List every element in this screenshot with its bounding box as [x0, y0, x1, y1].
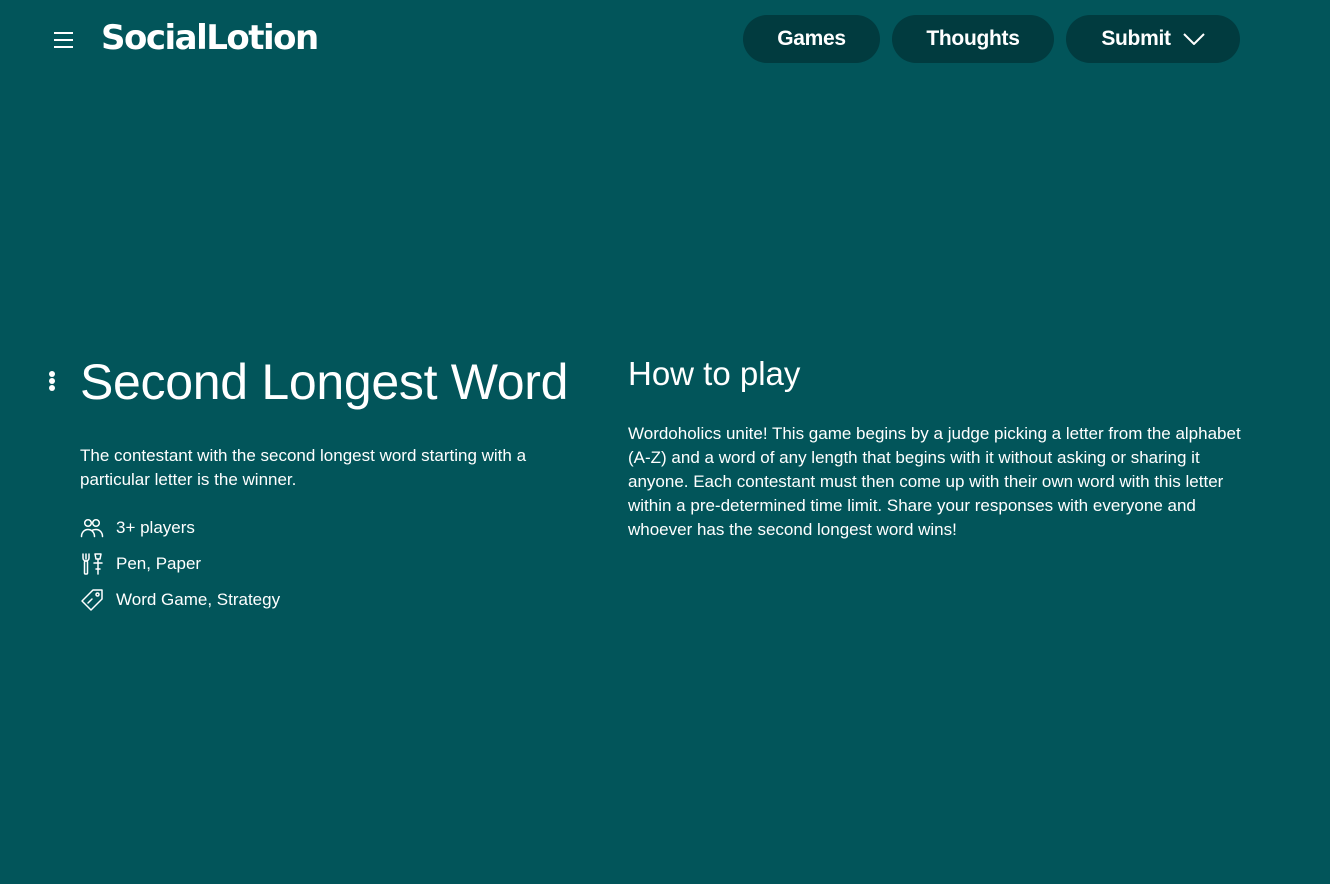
how-to-play-body: Wordoholics unite! This game begins by a…	[628, 424, 1241, 539]
items-label: Pen, Paper	[116, 554, 202, 573]
site-logo[interactable]: SocialLotion	[101, 18, 319, 58]
game-title: Second Longest Word	[80, 354, 569, 410]
nav-thoughts-button[interactable]: Thoughts	[892, 15, 1054, 63]
tools-icon	[82, 553, 103, 575]
users-icon	[80, 518, 104, 538]
nav-submit-label: Submit	[1101, 27, 1171, 50]
items-row: Pen, Paper	[80, 551, 201, 577]
vertical-dots-icon[interactable]	[48, 371, 56, 391]
nav-games-button[interactable]: Games	[743, 15, 880, 63]
nav-thoughts-label: Thoughts	[926, 27, 1020, 50]
chevron-down-icon	[1182, 33, 1205, 45]
how-to-play-heading: How to play	[628, 355, 801, 392]
players-label: 3+ players	[116, 518, 195, 537]
game-summary: The contestant with the second longest w…	[80, 446, 527, 489]
page: SocialLotion Games Thoughts Submit Secon…	[0, 0, 1330, 884]
hamburger-menu-icon[interactable]	[52, 30, 76, 50]
tags-label: Word Game, Strategy	[116, 590, 281, 609]
tag-icon	[81, 589, 103, 611]
players-row: 3+ players	[80, 515, 195, 541]
nav-games-label: Games	[777, 27, 846, 50]
tags-row: Word Game, Strategy	[80, 587, 280, 613]
nav-submit-button[interactable]: Submit	[1066, 15, 1240, 63]
